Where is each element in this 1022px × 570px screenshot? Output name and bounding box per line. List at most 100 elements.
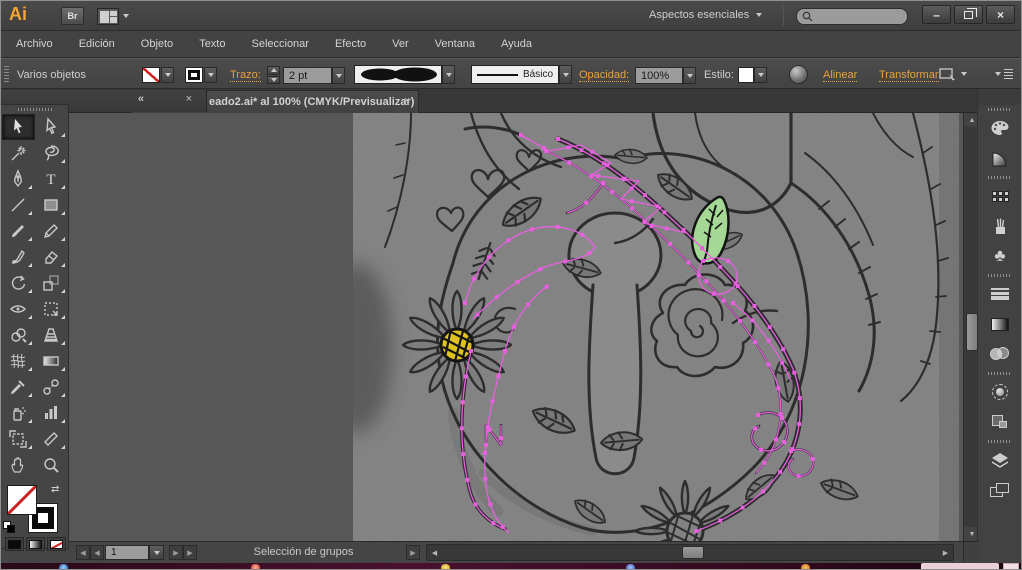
taskbar-app-icon[interactable] — [441, 564, 450, 569]
artboards-panel-button[interactable] — [978, 475, 1021, 505]
align-panel-link[interactable]: Alinear — [823, 69, 858, 82]
blend-tool[interactable] — [35, 374, 68, 400]
gradient-panel-button[interactable] — [978, 309, 1021, 339]
stepper-up-button[interactable] — [267, 66, 280, 75]
fill-dropdown-button[interactable] — [161, 67, 174, 83]
rotate-tool[interactable] — [2, 270, 35, 296]
stroke-panel-button[interactable] — [978, 279, 1021, 309]
artboard-navigation-field[interactable]: 1 — [105, 545, 149, 560]
opacity-field[interactable]: 100% — [635, 67, 683, 84]
swatches-panel-button[interactable] — [978, 181, 1021, 211]
windows-taskbar[interactable] — [1, 563, 1021, 569]
stroke-width-field[interactable]: 2 pt — [283, 67, 332, 84]
width-tool[interactable] — [2, 296, 35, 322]
width-profile-dropdown[interactable] — [442, 65, 455, 84]
default-fill-stroke-button[interactable] — [3, 521, 15, 533]
last-artboard-button[interactable]: ▶ — [183, 545, 197, 560]
slice-tool[interactable] — [35, 426, 68, 452]
menu-texto[interactable]: Texto — [186, 31, 238, 57]
eraser-tool[interactable] — [35, 244, 68, 270]
dock-grip[interactable] — [978, 173, 1021, 181]
stepper-down-button[interactable] — [267, 75, 280, 84]
menu-ventana[interactable]: Ventana — [422, 31, 488, 57]
opacity-dropdown[interactable] — [683, 67, 696, 84]
taskbar-window-button[interactable] — [921, 563, 999, 569]
pencil-tool[interactable] — [35, 218, 68, 244]
gradient-tool[interactable] — [35, 348, 68, 374]
dock-grip[interactable] — [978, 369, 1021, 377]
gradient-mode-button[interactable] — [26, 537, 45, 551]
artboard-nav-dropdown[interactable] — [149, 545, 164, 560]
dock-grip[interactable] — [978, 105, 1021, 113]
workspace-switcher[interactable]: Aspectos esenciales — [649, 9, 763, 21]
dock-grip[interactable] — [978, 437, 1021, 445]
column-graph-tool[interactable] — [35, 400, 68, 426]
transform-panel-link[interactable]: Transformar — [879, 69, 939, 82]
dock-grip[interactable] — [978, 271, 1021, 279]
document-setup-icon[interactable] — [789, 65, 808, 84]
stroke-width-stepper[interactable] — [267, 66, 280, 84]
panel-close-icon[interactable]: × — [186, 93, 192, 105]
taskbar-app-icon[interactable] — [626, 564, 635, 569]
zoom-tool[interactable] — [35, 452, 68, 478]
color-mode-button[interactable] — [5, 537, 24, 551]
pen-tool[interactable] — [2, 166, 35, 192]
hand-tool[interactable] — [2, 452, 35, 478]
rectangle-tool[interactable] — [35, 192, 68, 218]
direct-selection-tool[interactable] — [35, 114, 68, 140]
scroll-right-button[interactable]: ▶ — [938, 545, 953, 560]
stroke-panel-link[interactable]: Trazo: — [230, 69, 261, 82]
isolate-dropdown[interactable] — [961, 72, 967, 76]
scroll-left-button[interactable]: ◀ — [427, 545, 442, 560]
brush-dropdown[interactable] — [559, 65, 572, 84]
lasso-tool[interactable] — [35, 140, 68, 166]
swap-fill-stroke-button[interactable]: ⇄ — [51, 484, 59, 495]
style-swatch[interactable] — [738, 67, 754, 83]
stroke-color-swatch[interactable] — [185, 67, 203, 83]
search-input[interactable] — [816, 11, 900, 22]
scale-tool[interactable] — [35, 270, 68, 296]
mesh-tool[interactable] — [2, 348, 35, 374]
taskbar-app-icon[interactable] — [801, 564, 810, 569]
menu-seleccionar[interactable]: Seleccionar — [238, 31, 321, 57]
color-guide-panel-button[interactable] — [978, 143, 1021, 173]
menu-ver[interactable]: Ver — [379, 31, 422, 57]
previous-artboard-button[interactable]: ◀ — [90, 545, 104, 560]
artboard-tool[interactable] — [2, 426, 35, 452]
control-panel-menu-button[interactable] — [995, 68, 1013, 80]
layers-panel-button[interactable] — [978, 445, 1021, 475]
opacity-panel-link[interactable]: Opacidad: — [579, 69, 630, 82]
first-artboard-button[interactable]: ◀ — [76, 545, 90, 560]
line-segment-tool[interactable] — [2, 192, 35, 218]
menu-objeto[interactable]: Objeto — [128, 31, 186, 57]
type-tool[interactable]: T — [35, 166, 68, 192]
panel-grip[interactable] — [4, 66, 9, 83]
blob-brush-tool[interactable] — [2, 244, 35, 270]
brush-definition-preview[interactable]: Básico — [471, 65, 559, 84]
taskbar-window-button[interactable] — [1003, 563, 1019, 569]
brushes-panel-button[interactable] — [978, 211, 1021, 241]
menu-efecto[interactable]: Efecto — [322, 31, 379, 57]
shape-builder-tool[interactable] — [2, 322, 35, 348]
minimize-button[interactable]: – — [922, 5, 951, 24]
graphic-styles-panel-button[interactable] — [978, 407, 1021, 437]
menu-edicion[interactable]: Edición — [66, 31, 128, 57]
scanned-artwork[interactable] — [321, 113, 959, 541]
magic-wand-tool[interactable] — [2, 140, 35, 166]
horizontal-scrollbar[interactable]: ◀ ▶ — [426, 544, 954, 561]
fill-indicator[interactable] — [6, 484, 38, 516]
stroke-width-dropdown[interactable] — [332, 67, 345, 84]
tools-grip[interactable] — [1, 105, 68, 114]
menu-ayuda[interactable]: Ayuda — [488, 31, 545, 57]
canvas-area[interactable] — [69, 113, 963, 541]
symbols-panel-button[interactable]: ♣ — [978, 241, 1021, 271]
stroke-dropdown-button[interactable] — [204, 67, 217, 83]
symbol-sprayer-tool[interactable] — [2, 400, 35, 426]
menu-archivo[interactable]: Archivo — [3, 31, 66, 57]
close-button[interactable]: × — [986, 5, 1015, 24]
none-mode-button[interactable] — [47, 537, 66, 551]
tab-close-icon[interactable]: × — [404, 95, 410, 107]
perspective-grid-tool[interactable] — [35, 322, 68, 348]
color-panel-button[interactable] — [978, 113, 1021, 143]
horizontal-scroll-thumb[interactable] — [682, 546, 704, 559]
